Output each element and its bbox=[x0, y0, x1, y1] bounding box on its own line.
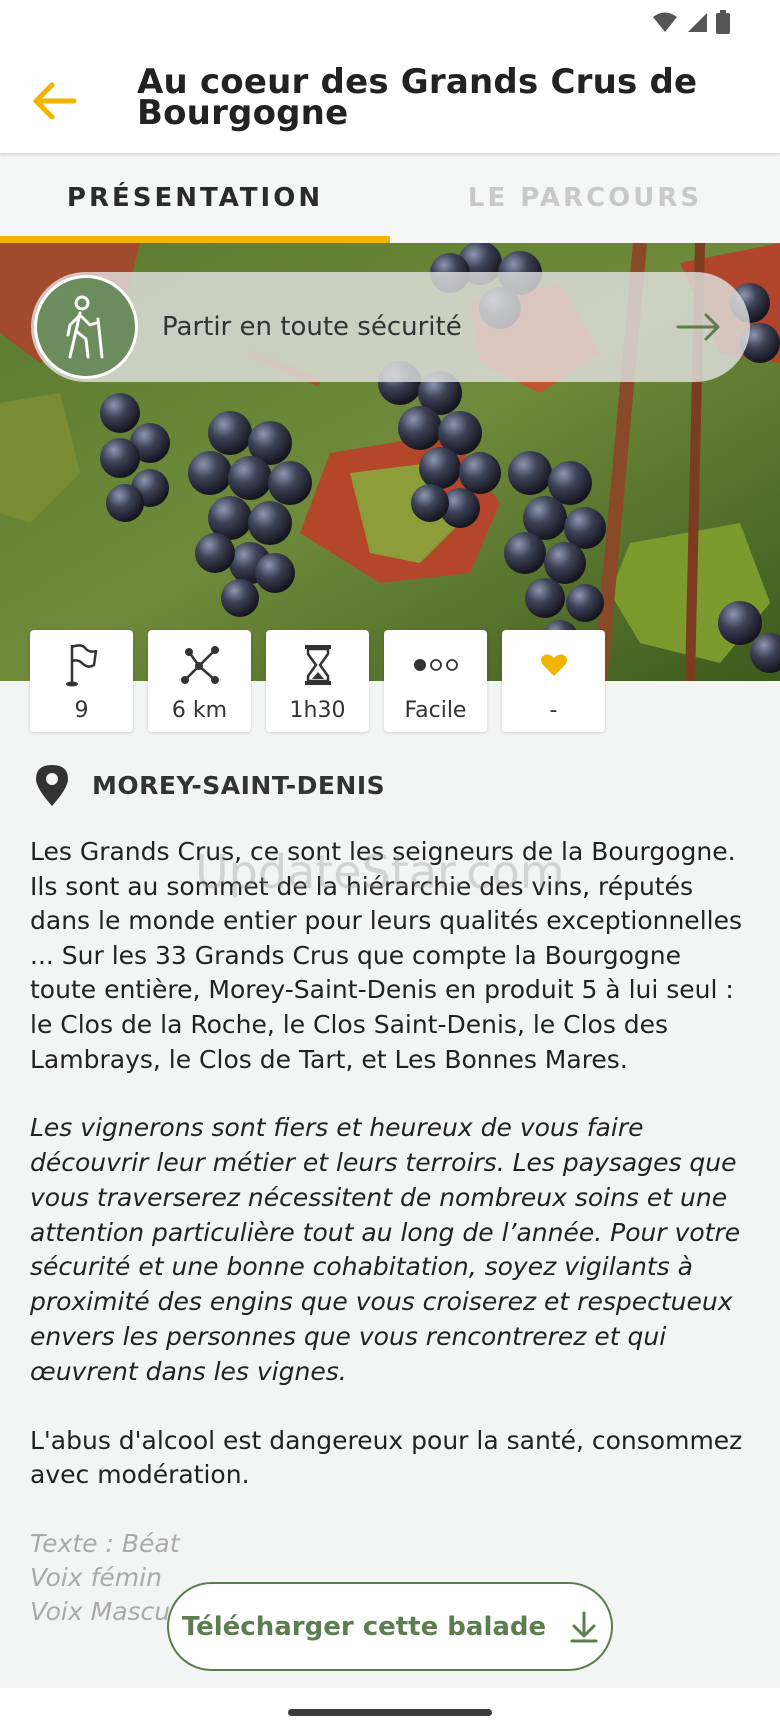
download-button[interactable]: Télécharger cette balade bbox=[167, 1582, 613, 1671]
stat-card-steps: 9 bbox=[30, 630, 133, 732]
app-bar: Au coeur des Grands Crus de Bourgogne bbox=[0, 45, 780, 153]
tab-presentation[interactable]: PRÉSENTATION bbox=[0, 153, 390, 243]
home-indicator[interactable] bbox=[288, 1709, 492, 1716]
location-name: MOREY-SAINT-DENIS bbox=[92, 770, 386, 800]
stat-duration-value: 1h30 bbox=[289, 698, 346, 723]
tab-le-parcours-label: LE PARCOURS bbox=[467, 183, 703, 213]
description-italic-paragraph: Les vignerons sont fiers et heureux de v… bbox=[30, 1113, 741, 1386]
map-pin-icon bbox=[36, 765, 68, 806]
credit-text: Texte : Béat bbox=[30, 1528, 180, 1558]
stat-card-difficulty: Facile bbox=[384, 630, 487, 732]
description-paragraph: Les Grands Crus, ce sont les seigneurs d… bbox=[30, 837, 742, 1074]
hourglass-icon bbox=[304, 645, 331, 685]
signal-icon bbox=[688, 13, 707, 32]
stat-card-duration: 1h30 bbox=[266, 630, 369, 732]
route-icon bbox=[180, 646, 219, 684]
status-icons bbox=[652, 10, 730, 34]
safety-banner[interactable]: Partir en toute sécurité bbox=[31, 272, 750, 382]
status-bar bbox=[0, 0, 780, 45]
flag-icon bbox=[65, 644, 97, 687]
download-label: Télécharger cette balade bbox=[181, 1611, 547, 1642]
alcohol-warning: L'abus d'alcool est dangereux pour la sa… bbox=[30, 1425, 743, 1490]
stat-card-favorite[interactable]: - bbox=[502, 630, 605, 732]
heart-icon bbox=[540, 654, 567, 676]
back-button[interactable] bbox=[26, 73, 82, 129]
page-title: Au coeur des Grands Crus de Bourgogne bbox=[137, 62, 698, 133]
stat-distance-value: 6 km bbox=[171, 698, 228, 723]
tab-presentation-label: PRÉSENTATION bbox=[66, 183, 324, 213]
stat-cards: 9 6 km 1h30 Facile - bbox=[30, 630, 605, 732]
arrow-right-icon bbox=[676, 313, 720, 341]
difficulty-icon bbox=[413, 659, 458, 671]
download-icon bbox=[570, 1611, 598, 1642]
tab-indicator bbox=[0, 236, 390, 243]
tab-bar: PRÉSENTATION LE PARCOURS bbox=[0, 153, 780, 243]
stat-steps-value: 9 bbox=[74, 698, 89, 723]
description: Les Grands Crus, ce sont les seigneurs d… bbox=[30, 835, 752, 1629]
stat-favorite-value: - bbox=[549, 698, 558, 723]
wifi-icon bbox=[653, 12, 677, 32]
battery-icon bbox=[716, 10, 730, 34]
stat-card-distance: 6 km bbox=[148, 630, 251, 732]
credit-female-voice: Voix fémin bbox=[30, 1562, 162, 1592]
location-row: MOREY-SAINT-DENIS bbox=[32, 762, 385, 808]
safety-label: Partir en toute sécurité bbox=[162, 312, 462, 342]
stat-difficulty-value: Facile bbox=[404, 698, 467, 723]
safety-icon-circle bbox=[34, 275, 138, 379]
hiker-icon bbox=[66, 295, 104, 359]
tab-le-parcours[interactable]: LE PARCOURS bbox=[390, 153, 780, 243]
arrow-left-icon bbox=[33, 82, 77, 120]
system-nav-bar bbox=[0, 1688, 780, 1733]
